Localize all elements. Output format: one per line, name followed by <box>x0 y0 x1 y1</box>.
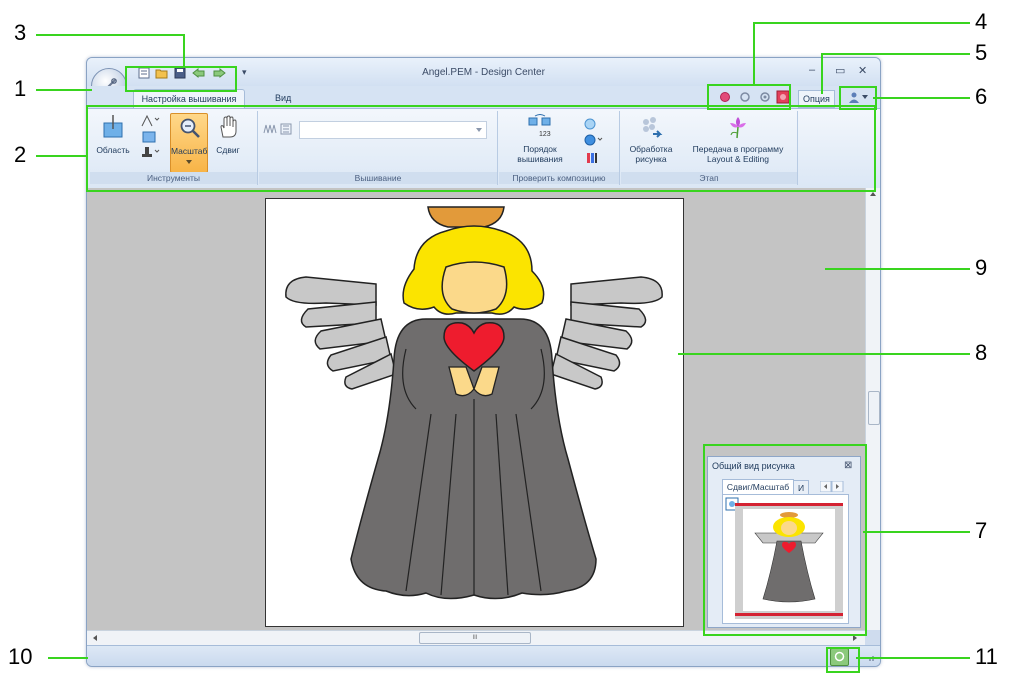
design-page[interactable] <box>265 198 684 627</box>
quick-access-more-button[interactable]: ▾ <box>242 67 247 78</box>
callout-number-10: 10 <box>8 644 33 669</box>
vertical-scrollbar[interactable] <box>865 188 880 630</box>
callout-line-4-horizontal <box>753 22 970 24</box>
callout-number-6: 6 <box>975 84 988 109</box>
callout-line-7 <box>863 531 970 533</box>
callout-line-10 <box>48 657 88 659</box>
callout-number-11: 11 <box>975 644 998 669</box>
angel-face <box>441 261 508 314</box>
horizontal-scroll-thumb[interactable]: III <box>419 632 531 644</box>
angel-halo <box>427 206 505 228</box>
callout-box-quick-settings <box>707 84 791 110</box>
maximize-button[interactable]: ▭ <box>835 64 845 77</box>
close-button[interactable]: ✕ <box>858 64 867 77</box>
callout-number-7: 7 <box>975 518 988 543</box>
callout-number-5: 5 <box>975 40 988 65</box>
callout-line-2 <box>36 155 88 157</box>
callout-line-5-horizontal <box>821 53 970 55</box>
callout-line-6 <box>873 97 970 99</box>
callout-box-quick-access <box>125 66 237 92</box>
callout-box-status-indicator <box>826 647 860 673</box>
callout-line-9 <box>825 268 970 270</box>
callout-box-overview <box>703 444 867 636</box>
callout-box-ribbon <box>86 105 876 192</box>
angel-design-image <box>285 206 663 600</box>
callout-number-3: 3 <box>14 20 27 45</box>
callout-line-11 <box>856 657 970 659</box>
callout-number-1: 1 <box>14 76 27 101</box>
callout-line-5-vertical <box>821 53 823 94</box>
callout-line-1 <box>36 89 92 91</box>
callout-number-8: 8 <box>975 340 988 365</box>
scroll-left-icon[interactable] <box>93 635 97 641</box>
callout-line-3-vertical <box>183 34 185 68</box>
callout-line-8 <box>678 353 970 355</box>
callout-number-2: 2 <box>14 142 27 167</box>
vertical-scroll-thumb[interactable] <box>868 391 880 425</box>
callout-box-help <box>839 86 877 110</box>
scroll-up-icon[interactable] <box>870 192 876 196</box>
callout-number-9: 9 <box>975 255 988 280</box>
callout-line-3-horizontal <box>36 34 185 36</box>
callout-number-4: 4 <box>975 9 988 34</box>
status-bar <box>87 645 880 666</box>
callout-line-4-vertical <box>753 22 755 86</box>
minimize-button[interactable]: – <box>809 64 815 76</box>
